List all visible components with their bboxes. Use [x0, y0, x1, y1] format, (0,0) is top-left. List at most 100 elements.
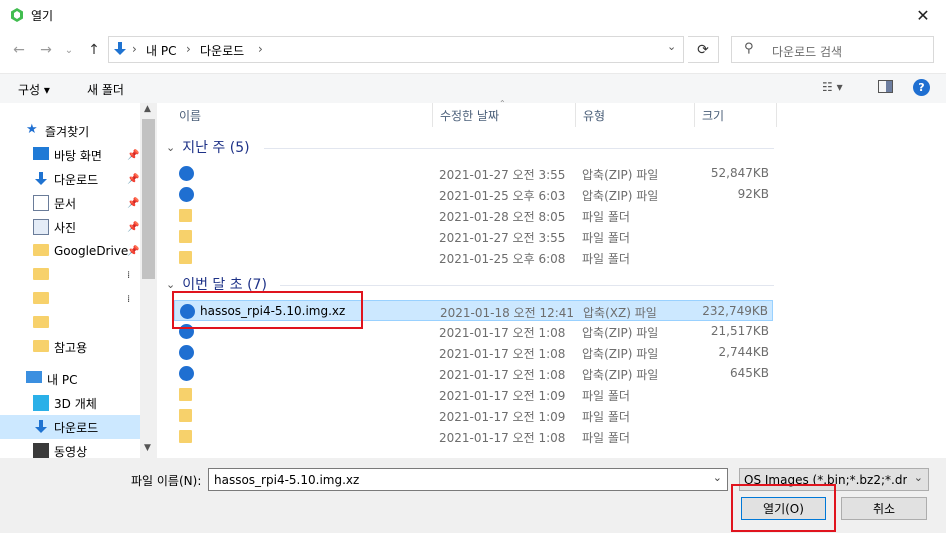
scroll-down-icon[interactable]: ▼: [144, 443, 151, 453]
preview-pane-icon[interactable]: [878, 80, 893, 93]
breadcrumb-downloads[interactable]: 다운로드: [200, 42, 244, 59]
sidebar-item-desktop[interactable]: 바탕 화면 📌: [0, 143, 140, 167]
pin-icon: 📌: [127, 221, 140, 233]
list-item[interactable]: 2021-01-17 오전 1:08 압축(ZIP) 파일 2,744KB: [174, 342, 773, 363]
file-type: 파일 폴더: [582, 431, 630, 445]
sidebar-item-this-pc[interactable]: 내 PC: [0, 367, 140, 391]
group-header-last-week[interactable]: ⌄ 지난 주 (5): [166, 136, 250, 158]
breadcrumb-this-pc[interactable]: 내 PC: [146, 42, 176, 59]
filename-value: hassos_rpi4-5.10.img.xz: [214, 473, 360, 487]
sidebar-item-reference[interactable]: 참고용: [0, 335, 140, 359]
sidebar-item-folder[interactable]: ⁞: [0, 263, 140, 287]
file-type: 파일 폴더: [582, 410, 630, 424]
file-type: 압축(ZIP) 파일: [582, 368, 659, 382]
column-header-name[interactable]: 이름: [172, 103, 433, 127]
list-item[interactable]: 2021-01-25 오후 6:03 압축(ZIP) 파일 92KB: [174, 184, 773, 205]
organize-button[interactable]: 구성 ▾: [18, 81, 50, 98]
address-bar[interactable]: › 내 PC › 다운로드 › ⌄: [108, 36, 684, 63]
chevron-down-icon: ⌄: [166, 140, 176, 154]
star-icon: ★: [26, 122, 38, 137]
file-size: 52,847KB: [710, 166, 769, 180]
file-date: 2021-01-17 오전 1:08: [439, 326, 566, 340]
help-icon[interactable]: ?: [913, 79, 930, 96]
pin-icon: 📌: [127, 245, 140, 257]
file-date: 2021-01-25 오후 6:08: [439, 252, 566, 266]
sidebar-item-label: 바탕 화면: [54, 148, 102, 163]
sidebar-item-label: 문서: [54, 196, 77, 211]
view-options-icon[interactable]: ☷ ▾: [822, 80, 843, 94]
up-button[interactable]: ↑: [83, 39, 105, 61]
column-header-type[interactable]: 유형: [576, 103, 695, 127]
refresh-button[interactable]: ⟳: [688, 36, 719, 63]
sidebar-item-downloads-pc[interactable]: 다운로드: [0, 415, 140, 439]
sidebar-item-downloads[interactable]: 다운로드 📌: [0, 167, 140, 191]
file-type: 압축(ZIP) 파일: [582, 168, 659, 182]
search-input[interactable]: ⚲ 다운로드 검색: [731, 36, 934, 63]
download-arrow-icon: [35, 172, 47, 185]
download-arrow-icon: [114, 42, 126, 55]
folder-icon: [179, 409, 192, 422]
pin-icon: ⁞: [127, 269, 131, 281]
file-date: 2021-01-25 오후 6:03: [439, 189, 566, 203]
sidebar-item-folder[interactable]: [0, 311, 140, 335]
highlight-box: [731, 484, 836, 532]
list-item[interactable]: 2021-01-28 오전 8:05 파일 폴더: [174, 205, 773, 226]
address-dropdown-icon[interactable]: ⌄: [667, 40, 676, 53]
list-item[interactable]: 2021-01-17 오전 1:09 파일 폴더: [174, 405, 773, 426]
zip-icon: [179, 166, 194, 181]
highlight-box: [172, 291, 363, 329]
pin-icon: 📌: [127, 197, 140, 209]
sidebar-item-label: 참고용: [54, 340, 88, 355]
list-item[interactable]: 2021-01-17 오전 1:09 파일 폴더: [174, 384, 773, 405]
file-date: 2021-01-17 오전 1:08: [439, 347, 566, 361]
sidebar-item-label: 내 PC: [47, 372, 78, 387]
file-size: 2,744KB: [718, 345, 769, 359]
pin-icon: ⁞: [127, 293, 131, 305]
scroll-up-icon[interactable]: ▲: [144, 104, 151, 114]
pin-icon: 📌: [127, 149, 140, 161]
breadcrumb-sep: ›: [258, 42, 263, 56]
sidebar-item-documents[interactable]: 문서 📌: [0, 191, 140, 215]
file-date: 2021-01-18 오전 12:41: [440, 306, 575, 320]
sidebar-scroll-thumb[interactable]: [142, 119, 155, 279]
sidebar-item-videos[interactable]: 동영상: [0, 439, 140, 458]
download-arrow-icon: [35, 420, 47, 433]
column-header-size[interactable]: 크기: [695, 103, 777, 127]
file-date: 2021-01-17 오전 1:08: [439, 368, 566, 382]
back-button[interactable]: ←: [8, 39, 30, 61]
list-item[interactable]: 2021-01-27 오전 3:55 압축(ZIP) 파일 52,847KB: [174, 163, 773, 184]
cube-icon: [33, 395, 49, 411]
sidebar-item-label: 사진: [54, 220, 77, 235]
list-item[interactable]: 2021-01-27 오전 3:55 파일 폴더: [174, 226, 773, 247]
sidebar-item-label: 동영상: [54, 444, 88, 459]
sidebar-item-3d-objects[interactable]: 3D 개체: [0, 391, 140, 415]
sidebar-item-folder[interactable]: ⁞: [0, 287, 140, 311]
list-item[interactable]: 2021-01-17 오전 1:08 파일 폴더: [174, 426, 773, 447]
recent-locations-button[interactable]: ⌄: [58, 39, 80, 61]
folder-icon: [179, 430, 192, 443]
cancel-button[interactable]: 취소: [841, 497, 927, 520]
folder-icon: [179, 251, 192, 264]
chevron-down-icon: ⌄: [166, 277, 176, 291]
filename-label: 파일 이름(N):: [131, 474, 202, 488]
folder-icon: [179, 388, 192, 401]
zip-icon: [179, 345, 194, 360]
sidebar-item-pictures[interactable]: 사진 📌: [0, 215, 140, 239]
folder-icon: [33, 292, 49, 304]
file-size: 92KB: [737, 187, 769, 201]
close-button[interactable]: ✕: [900, 0, 946, 31]
file-type: 압축(XZ) 파일: [583, 306, 657, 320]
file-date: 2021-01-27 오전 3:55: [439, 168, 566, 182]
list-item[interactable]: 2021-01-17 오전 1:08 압축(ZIP) 파일 645KB: [174, 363, 773, 384]
forward-button[interactable]: →: [35, 39, 57, 61]
chevron-down-icon[interactable]: ⌄: [713, 471, 722, 484]
search-icon: ⚲: [744, 41, 754, 56]
sidebar-item-googledrive[interactable]: GoogleDrive 📌: [0, 239, 140, 263]
file-date: 2021-01-17 오전 1:09: [439, 410, 566, 424]
new-folder-button[interactable]: 새 폴더: [87, 81, 124, 98]
sidebar-item-quick-access[interactable]: ★ 즐겨찾기: [0, 119, 140, 143]
filename-input[interactable]: hassos_rpi4-5.10.img.xz ⌄: [208, 468, 728, 491]
list-item[interactable]: 2021-01-25 오후 6:08 파일 폴더: [174, 247, 773, 268]
chevron-down-icon: ⌄: [913, 471, 923, 484]
window-title: 열기: [31, 9, 54, 23]
